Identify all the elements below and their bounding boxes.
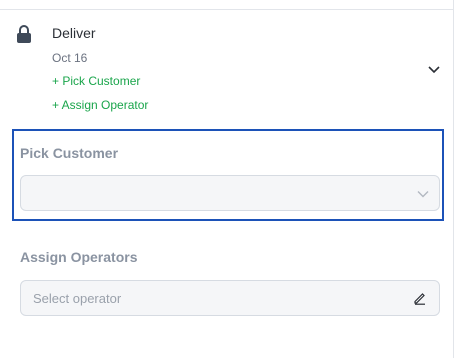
pick-customer-link[interactable]: + Pick Customer (52, 74, 140, 88)
pick-customer-label: Pick Customer (20, 145, 119, 161)
operator-select[interactable]: Select operator (20, 280, 440, 316)
top-divider (0, 9, 453, 10)
step-date: Oct 16 (52, 51, 88, 65)
lock-icon (17, 25, 31, 43)
chevron-down-icon[interactable] (427, 64, 441, 76)
operator-placeholder: Select operator (33, 291, 122, 306)
step-title: Deliver (52, 25, 96, 41)
chevron-down-icon (417, 191, 429, 198)
assign-operators-label: Assign Operators (20, 249, 138, 265)
pencil-icon[interactable] (413, 291, 427, 305)
pick-customer-select[interactable] (20, 175, 440, 211)
right-divider (453, 0, 454, 358)
assign-operator-link[interactable]: + Assign Operator (52, 98, 148, 112)
